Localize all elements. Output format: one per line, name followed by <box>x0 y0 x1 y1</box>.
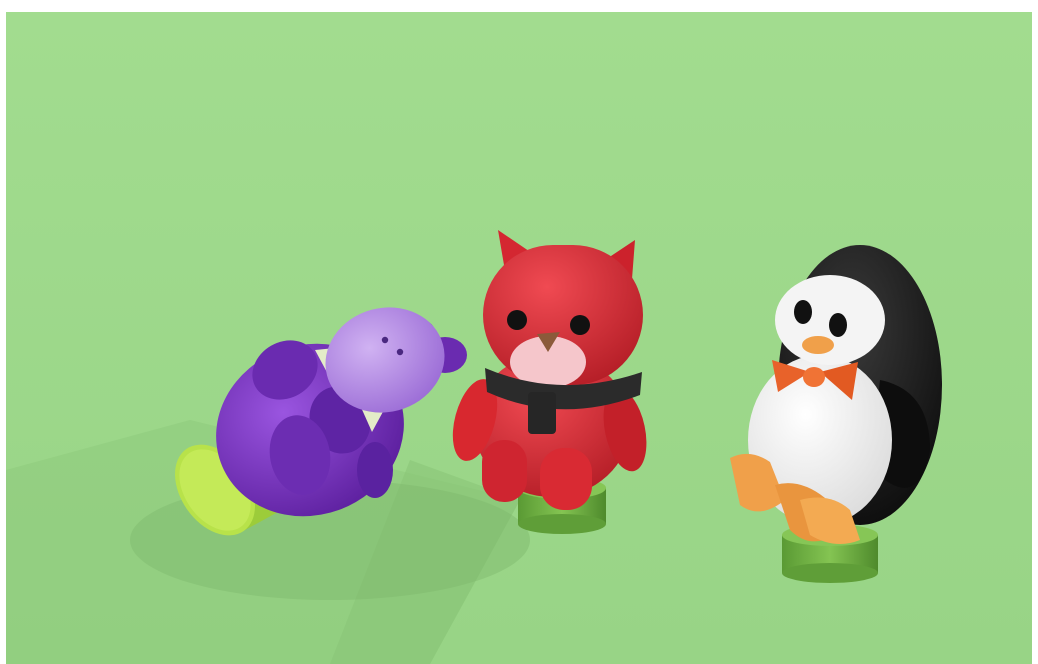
frame-right <box>1032 0 1038 664</box>
frame-left <box>0 0 6 664</box>
frame-top <box>0 0 1038 12</box>
cat-head <box>483 230 643 388</box>
toy-scene <box>0 0 1038 664</box>
